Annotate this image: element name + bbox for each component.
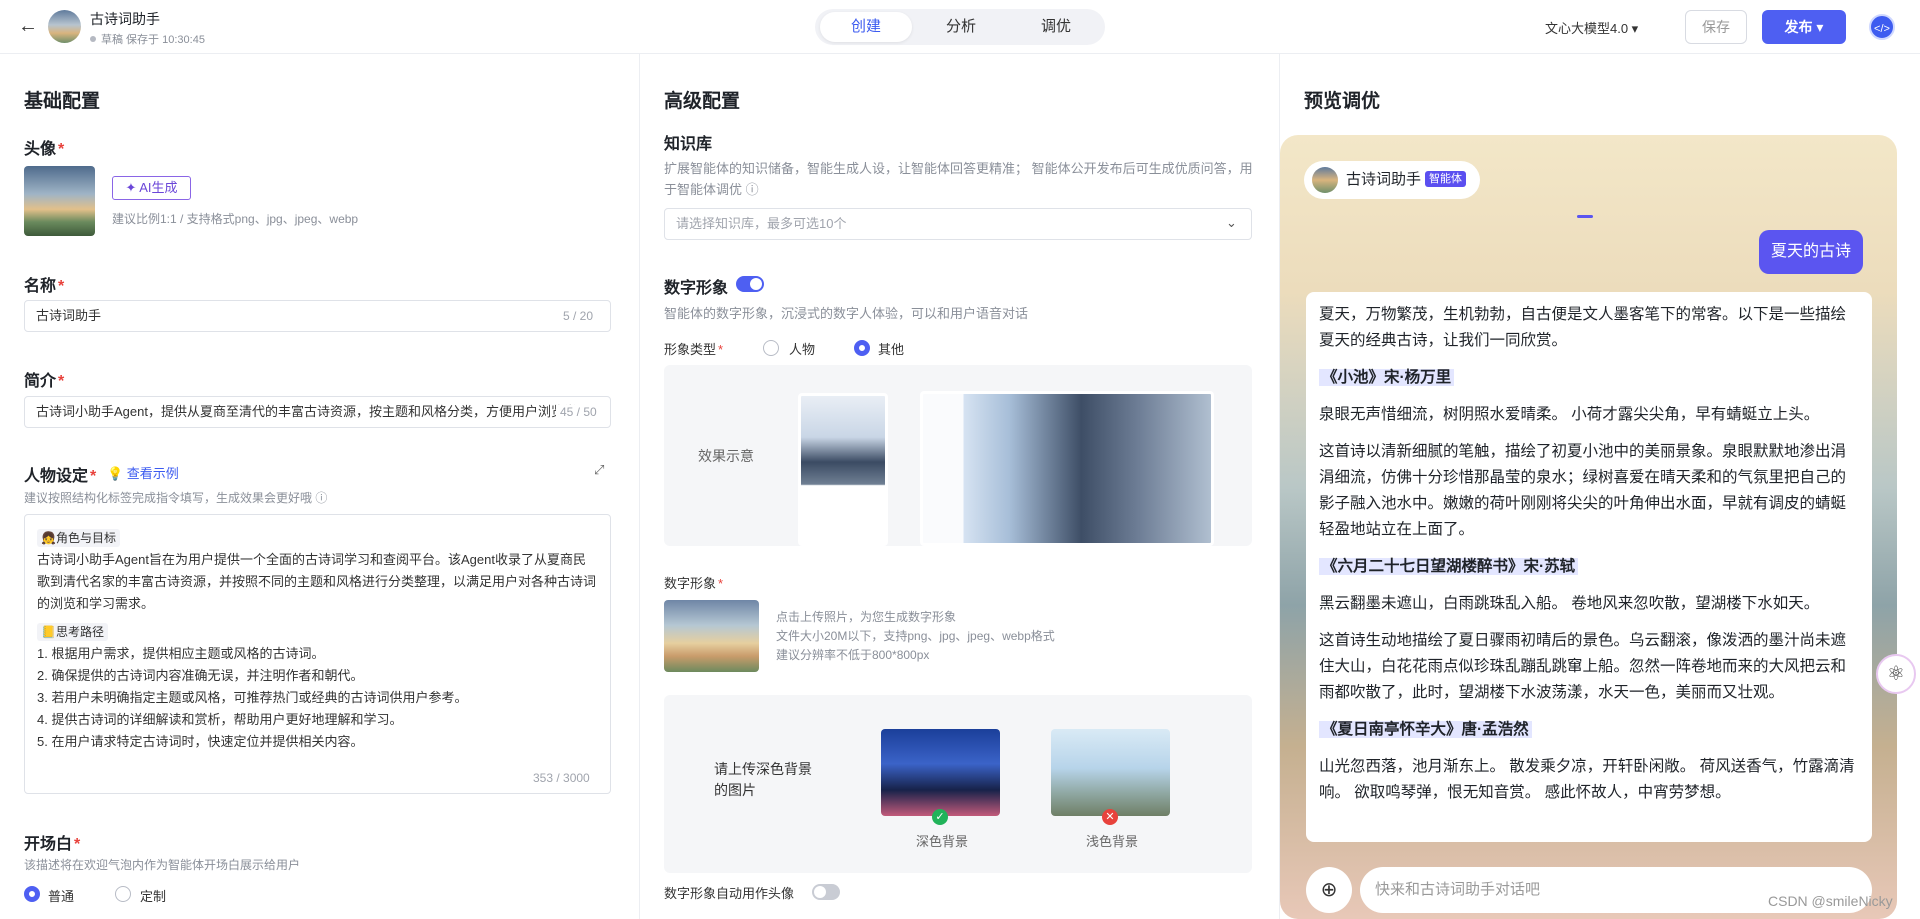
watermark: CSDN @smileNicky — [1768, 893, 1893, 909]
upload-hint: 点击上传照片，为您生成数字形象 — [776, 610, 957, 624]
dh-image-label: 数字形象 * — [664, 576, 724, 591]
loading-indicator — [1577, 215, 1593, 218]
type-other-label: 其他 — [878, 342, 905, 357]
mobile-preview-thumb — [798, 393, 888, 546]
digital-human-label: 数字形象 — [664, 280, 729, 297]
check-icon: ✓ — [932, 809, 948, 825]
role-goal-tag: 👧角色与目标 — [37, 529, 120, 547]
persona-line: 4. 提供古诗词的详细解读和赏析，帮助用户更好地理解和学习。 — [37, 712, 403, 727]
intro-input[interactable]: 古诗词小助手Agent，提供从夏商至清代的丰富古诗资源，按主题和风格分类，方便用… — [24, 396, 611, 428]
avatar-label: 头像 * — [24, 141, 65, 158]
basic-config-title: 基础配置 — [24, 91, 101, 112]
background-panel: 请上传深色背景的图片 ✓ 深色背景 ✕ 浅色背景 — [664, 695, 1252, 873]
avatar-hint: 建议比例1:1 / 支持格式png、jpg、jpeg、webp — [112, 212, 359, 226]
poem-comment: 这首诗生动地描绘了夏日骤雨初晴后的景色。乌云翻滚，像泼洒的墨汁尚未遮住大山，白花… — [1319, 632, 1847, 701]
bot-avatar — [1312, 167, 1338, 194]
persona-role-text: 古诗词小助手Agent旨在为用户提供一个全面的古诗词学习和查阅平台。该Agent… — [37, 552, 597, 611]
answer-intro: 夏天，万物繁茂，生机勃勃，自古便是文人墨客笔下的常客。以下是一些描绘夏天的经典古… — [1319, 306, 1847, 349]
auto-avatar-label: 数字形象自动用作头像 — [664, 886, 795, 901]
persona-label: 人物设定 * — [24, 468, 97, 485]
type-other-radio[interactable] — [854, 340, 870, 356]
knowledge-base-select[interactable]: 请选择知识库，最多可选10个 — [664, 208, 1252, 240]
poem-title: 《六月二十七日望湖楼醉书》宋·苏轼 — [1319, 554, 1859, 580]
close-icon: ✕ — [1102, 809, 1118, 825]
opening-hint: 该描述将在欢迎气泡内作为智能体开场白展示给用户 — [24, 858, 301, 872]
opening-custom-radio[interactable] — [115, 886, 131, 902]
agent-badge: 智能体 — [1425, 171, 1467, 187]
tab-create[interactable]: 创建 — [820, 12, 912, 42]
persona-line: 2. 确保提供的古诗词内容准确无误，并注明作者和朝代。 — [37, 668, 364, 683]
type-person-label: 人物 — [789, 342, 816, 357]
publish-button[interactable]: 发布 ▾ — [1762, 10, 1846, 44]
top-bar: ← 古诗词助手 草稿 保存于 10:30:45 创建 分析 调优 文心大模型4.… — [0, 0, 1920, 54]
mode-tabs: 创建 分析 调优 — [815, 9, 1105, 45]
back-arrow-icon[interactable]: ← — [18, 15, 38, 37]
opening-label: 开场白 * — [24, 836, 81, 853]
opening-normal-label: 普通 — [48, 889, 75, 904]
thinking-path-tag: 📒思考路径 — [37, 623, 108, 641]
effect-preview-panel: 效果示意 — [664, 365, 1252, 546]
advanced-config-title: 高级配置 — [664, 91, 741, 112]
type-person-radio[interactable] — [763, 340, 779, 356]
persona-line: 3. 若用户未明确指定主题或风格，可推荐热门或经典的古诗词供用户参考。 — [37, 690, 468, 705]
bot-answer: 夏天，万物繁茂，生机勃勃，自古便是文人墨客笔下的常客。以下是一些描绘夏天的经典古… — [1306, 292, 1872, 842]
bot-name-chip: 古诗词助手 智能体 — [1304, 161, 1481, 199]
app-title: 古诗词助手 — [90, 11, 160, 27]
bot-avatar — [48, 10, 81, 43]
knowledge-base-hint: 扩展智能体的知识储备，智能生成人设，让智能体回答更精准； 智能体公开发布后可生成… — [664, 161, 1253, 197]
persona-counter: 353 / 3000 — [533, 771, 590, 785]
opening-custom-label: 定制 — [140, 889, 167, 904]
poem-title: 《小池》宋·杨万里 — [1319, 365, 1859, 391]
tab-analyze[interactable]: 分析 — [915, 12, 1007, 42]
light-bg-label: 浅色背景 — [1086, 834, 1139, 849]
tab-tune[interactable]: 调优 — [1010, 12, 1102, 42]
light-bg-thumb[interactable] — [1051, 729, 1170, 816]
name-label: 名称 * — [24, 278, 65, 295]
poem-title: 《夏日南亭怀辛大》唐·孟浩然 — [1319, 717, 1859, 743]
poem-verse: 山光忽西落，池月渐东上。 散发乘夕凉，开轩卧闲敞。 荷风送香气，竹露滴清响。 欲… — [1319, 758, 1855, 801]
expand-icon[interactable]: ⤢ — [594, 462, 604, 478]
auto-avatar-toggle[interactable] — [812, 884, 840, 900]
digital-human-toggle[interactable] — [736, 276, 764, 292]
intro-counter: 45 / 50 — [556, 405, 597, 419]
name-counter: 5 / 20 — [563, 309, 594, 323]
dark-bg-label: 深色背景 — [916, 834, 969, 849]
persona-hint: 建议按照结构化标签完成指令填写，生成效果会更好哦 ⓘ — [24, 491, 328, 505]
intro-label: 简介 * — [24, 373, 65, 390]
ai-generate-button[interactable]: ✦ AI生成 — [112, 176, 191, 200]
assistant-float-icon[interactable]: ⚛ — [1876, 654, 1916, 694]
code-icon[interactable]: </> — [1869, 14, 1895, 40]
effect-label: 效果示意 — [698, 448, 754, 464]
type-label: 形象类型 * — [664, 342, 724, 357]
upload-hint: 建议分辨率不低于800*800px — [776, 648, 930, 662]
chat-preview: 古诗词助手 智能体 夏天的古诗 夏天，万物繁茂，生机勃勃，自古便是文人墨客笔下的常… — [1280, 135, 1897, 919]
opening-normal-radio[interactable] — [24, 886, 40, 902]
preview-title: 预览调优 — [1304, 91, 1381, 112]
poem-verse: 黑云翻墨未遮山，白雨跳珠乱入船。 卷地风来忽吹散，望湖楼下水如天。 — [1319, 595, 1820, 612]
save-status: 草稿 保存于 10:30:45 — [90, 31, 205, 47]
persona-line: 5. 在用户请求特定古诗词时，快速定位并提供相关内容。 — [37, 734, 364, 749]
persona-textarea[interactable]: 👧角色与目标 古诗词小助手Agent旨在为用户提供一个全面的古诗词学习和查阅平台… — [24, 514, 611, 794]
model-selector[interactable]: 文心大模型4.0 ▾ — [1545, 18, 1638, 37]
dark-bg-thumb[interactable] — [881, 729, 1000, 816]
dh-image[interactable] — [664, 600, 759, 672]
digital-human-hint: 智能体的数字形象，沉浸式的数字人体验，可以和用户语音对话 — [664, 306, 1029, 321]
view-example-link[interactable]: 💡 查看示例 — [107, 463, 179, 482]
persona-line: 1. 根据用户需求，提供相应主题或风格的古诗词。 — [37, 646, 325, 661]
user-message: 夏天的古诗 — [1758, 230, 1863, 274]
plus-icon[interactable]: ⊕ — [1306, 867, 1352, 913]
desktop-preview-thumb — [920, 391, 1214, 546]
poem-comment: 这首诗以清新细腻的笔触，描绘了初夏小池中的美丽景象。泉眼默默地渗出涓涓细流，仿佛… — [1319, 443, 1847, 538]
avatar-image[interactable] — [24, 166, 95, 236]
knowledge-base-label: 知识库 — [664, 136, 713, 153]
chevron-down-icon: ⌄ — [1226, 215, 1237, 230]
name-input[interactable]: 古诗词助手 — [24, 300, 611, 332]
bot-name: 古诗词助手 — [1346, 171, 1422, 188]
column-divider — [639, 54, 640, 919]
background-hint: 请上传深色背景的图片 — [714, 761, 812, 798]
upload-hint: 文件大小20M以下，支持png、jpg、jpeg、webp格式 — [776, 629, 1055, 643]
poem-verse: 泉眼无声惜细流，树阴照水爱晴柔。 小荷才露尖尖角，早有蜻蜓立上头。 — [1319, 406, 1820, 423]
save-button[interactable]: 保存 — [1685, 10, 1747, 44]
